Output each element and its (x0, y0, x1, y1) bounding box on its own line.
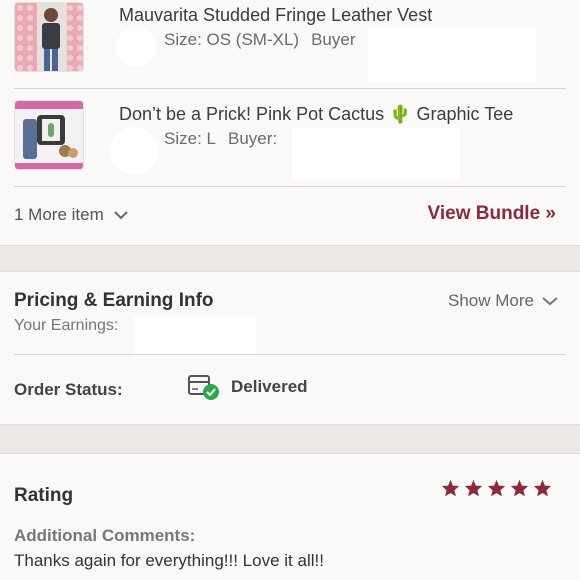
divider (14, 354, 566, 355)
list-item[interactable]: Mauvarita Studded Fringe Leather Vest Si… (0, 0, 580, 86)
star-icon (464, 479, 483, 497)
buyer-avatar (110, 127, 158, 175)
item-title[interactable]: Mauvarita Studded Fringe Leather Vest (119, 5, 432, 26)
earnings-label: Your Earnings: (14, 317, 119, 334)
item-size: Size: OS (SM-XL) (164, 30, 300, 49)
item-thumbnail[interactable] (14, 2, 84, 72)
rating-title: Rating (14, 485, 74, 506)
chevron-down-icon (542, 297, 558, 306)
show-more-label: Show More (448, 291, 534, 310)
comments-text: Thanks again for everything!!! Love it a… (14, 551, 324, 570)
items-card: Mauvarita Studded Fringe Leather Vest Si… (0, 0, 580, 245)
buyer-avatar (116, 27, 156, 67)
item-title[interactable]: Don’t be a Prick! Pink Pot Cactus 🌵 Grap… (119, 104, 513, 125)
star-rating (441, 479, 552, 497)
list-item[interactable]: Don’t be a Prick! Pink Pot Cactus 🌵 Grap… (0, 90, 580, 180)
more-items-toggle[interactable]: 1 More item (14, 205, 128, 225)
package-delivered-icon (188, 375, 219, 400)
star-icon (510, 479, 529, 497)
buyer-label: Buyer: (227, 129, 278, 148)
star-icon (441, 479, 460, 497)
delivered-text: Delivered (231, 377, 308, 396)
item-size: Size: L (164, 129, 216, 148)
redacted-earnings (134, 316, 256, 356)
more-items-label: 1 More item (14, 205, 104, 224)
divider (14, 88, 566, 89)
show-more-button[interactable]: Show More (448, 291, 558, 311)
order-status-label: Order Status: (14, 380, 123, 399)
redacted-buyer (368, 27, 536, 82)
section-divider (0, 424, 580, 454)
view-bundle-link[interactable]: View Bundle » (428, 203, 556, 225)
item-meta: Size: L Buyer: (164, 129, 277, 149)
star-icon (487, 479, 506, 497)
view-bundle-label: View Bundle » (427, 203, 556, 224)
section-divider (0, 245, 580, 272)
order-status-value: Delivered (187, 372, 308, 402)
buyer-label: Buyer (311, 30, 356, 49)
redacted-buyer (292, 128, 460, 180)
item-meta: Size: OS (SM-XL) Buyer (164, 30, 356, 50)
pricing-title: Pricing & Earning Info (14, 290, 214, 311)
star-icon (533, 479, 552, 497)
item-thumbnail[interactable] (14, 100, 84, 170)
divider (14, 186, 566, 187)
chevron-down-icon (114, 211, 128, 220)
comments-label: Additional Comments: (14, 526, 196, 545)
